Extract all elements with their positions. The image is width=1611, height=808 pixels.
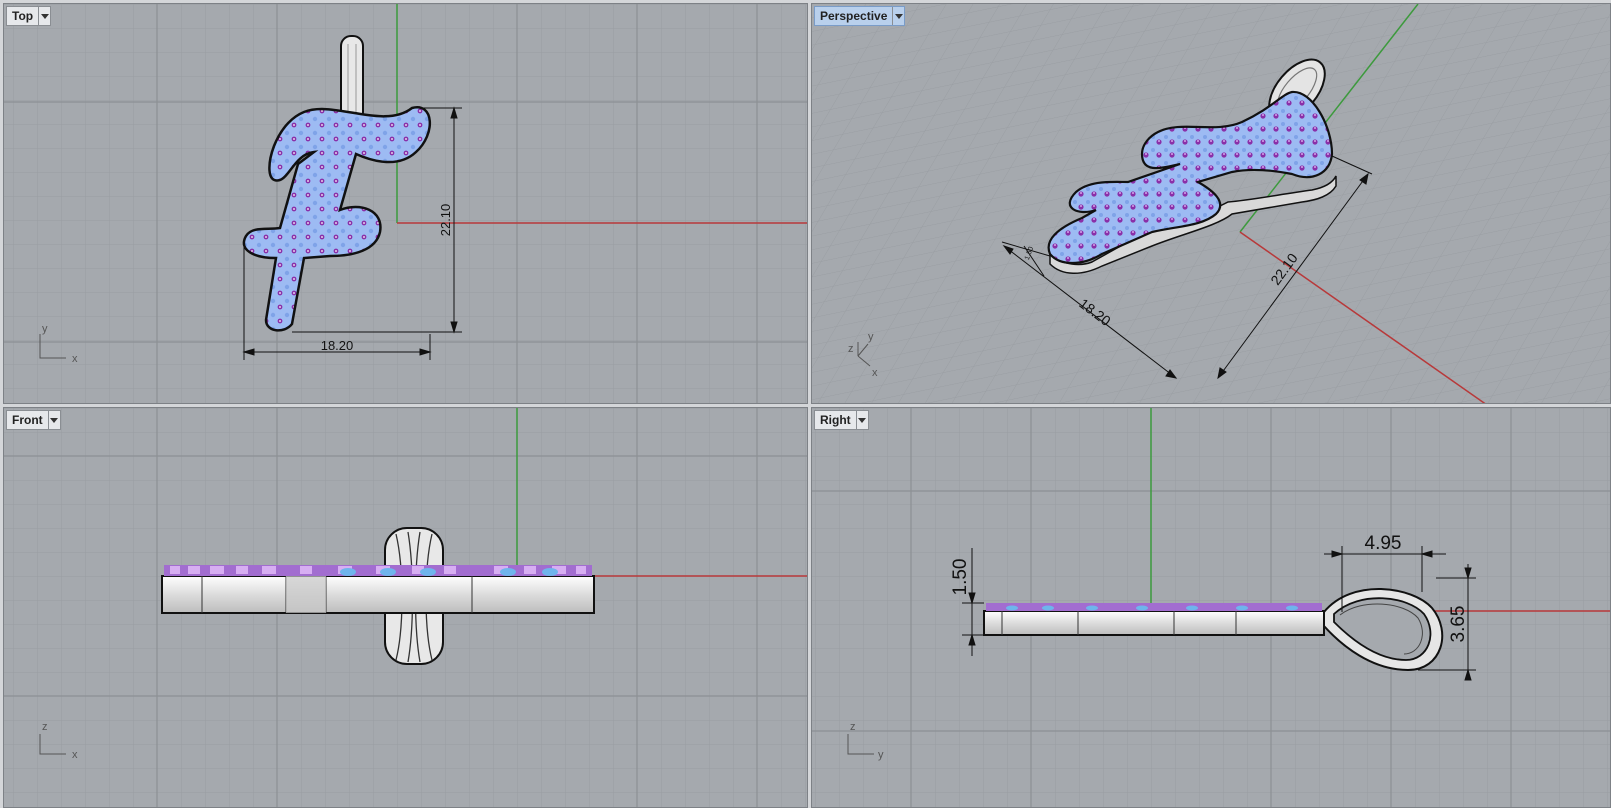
gem-row <box>986 603 1322 611</box>
viewport-label: Right <box>820 413 851 427</box>
triad-label-x: x <box>72 749 78 761</box>
triad-label-y: y <box>868 331 874 343</box>
dimension-bail-height-label: 3.65 <box>1448 606 1469 643</box>
triad-label-x: x <box>872 367 878 379</box>
front-view-scene: z x <box>4 408 807 807</box>
viewport-title-top[interactable]: Top <box>6 6 52 26</box>
viewport-top[interactable]: Top 18.20 22.10 y x <box>3 3 808 404</box>
triad-label-z: z <box>848 343 854 355</box>
triad-label-y: y <box>878 749 884 761</box>
gem-row <box>164 565 592 576</box>
top-view-scene: 18.20 22.10 y x <box>4 4 807 403</box>
dropdown-caret-icon[interactable] <box>47 411 60 429</box>
viewport-right[interactable]: Right 1.50 4.95 3.65 z y <box>811 407 1611 808</box>
pendant-body-side[interactable] <box>161 575 595 614</box>
viewport-front[interactable]: Front z x <box>3 407 808 808</box>
dropdown-caret-icon[interactable] <box>855 411 868 429</box>
viewport-label: Perspective <box>820 9 888 23</box>
dimension-bail-width-label: 4.95 <box>1365 533 1402 554</box>
triad-label-z: z <box>850 721 856 733</box>
viewport-title-right[interactable]: Right <box>814 410 869 430</box>
triad-label-y: y <box>42 323 48 335</box>
dimension-width-label: 18.20 <box>321 338 354 353</box>
viewport-label: Front <box>12 413 43 427</box>
viewport-title-front[interactable]: Front <box>6 410 61 430</box>
triad-label-x: x <box>72 353 78 365</box>
right-view-scene: 1.50 4.95 3.65 z y <box>812 408 1610 807</box>
pendant-body-side[interactable] <box>983 610 1325 636</box>
viewport-title-perspective[interactable]: Perspective <box>814 6 906 26</box>
triad-label-z: z <box>42 721 48 733</box>
viewport-perspective[interactable]: Perspective 18.20 22.10 1.50 z y x <box>811 3 1611 404</box>
dropdown-caret-icon[interactable] <box>38 7 50 25</box>
dimension-height-label: 22.10 <box>438 204 453 237</box>
viewport-label: Top <box>12 9 34 23</box>
dimension-thickness-label: 1.50 <box>950 559 971 596</box>
pendant-bail[interactable] <box>340 35 364 123</box>
perspective-view-scene: 18.20 22.10 1.50 z y x <box>812 4 1610 403</box>
dropdown-caret-icon[interactable] <box>892 7 904 25</box>
